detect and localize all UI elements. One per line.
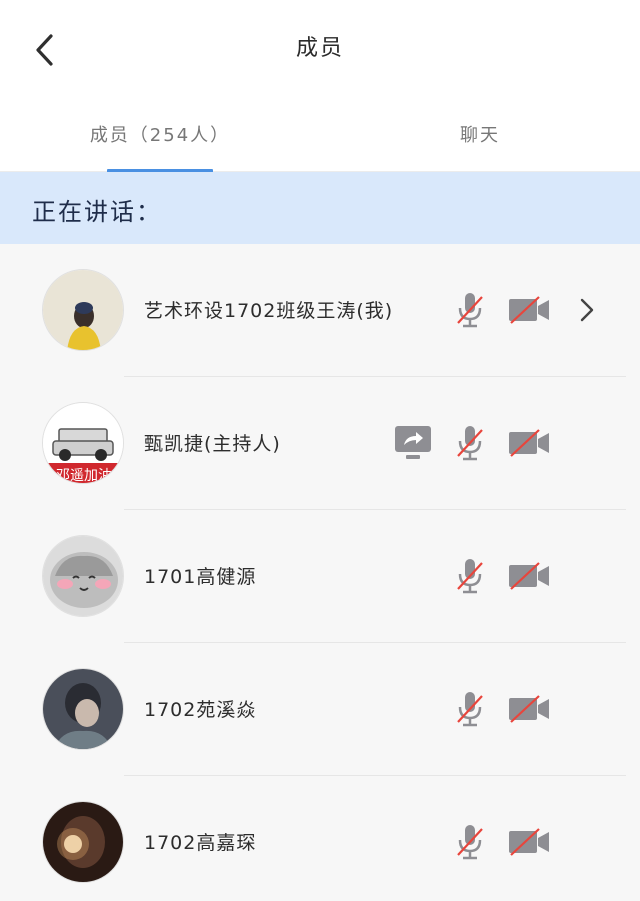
camera-off-button[interactable] [505, 821, 553, 863]
member-name: 1701高健源 [144, 566, 257, 588]
chevron-right-icon [580, 298, 594, 322]
mic-muted-icon [457, 426, 483, 461]
camera-off-button[interactable] [505, 688, 553, 730]
camera-off-icon [509, 828, 549, 856]
screen-share-icon [395, 426, 431, 459]
camera-off-icon [509, 429, 549, 457]
mic-muted-icon [457, 559, 483, 594]
mic-muted-button[interactable] [452, 688, 488, 730]
mic-muted-icon [457, 825, 483, 860]
tab-members[interactable]: 成员（254人） [0, 96, 320, 172]
member-name: 1702苑溪焱 [144, 699, 257, 721]
member-detail-button[interactable] [572, 289, 602, 331]
camera-off-button[interactable] [505, 422, 553, 464]
avatar-banner-text: 邓遥加油 [56, 468, 112, 484]
camera-off-icon [509, 562, 549, 590]
mic-muted-button[interactable] [452, 555, 488, 597]
avatar [42, 668, 124, 750]
top-bar: 成员 [0, 0, 640, 96]
avatar [42, 801, 124, 883]
camera-off-icon [509, 695, 549, 723]
avatar: 邓遥加油 [42, 402, 124, 484]
avatar [42, 535, 124, 617]
screen-share-indicator [392, 422, 434, 464]
mic-muted-button[interactable] [452, 422, 488, 464]
mic-muted-button[interactable] [452, 289, 488, 331]
mic-muted-icon [457, 293, 483, 328]
member-row[interactable]: 1702苑溪焱 [0, 643, 640, 776]
member-name: 甄凯捷(主持人) [144, 433, 281, 455]
avatar [42, 269, 124, 351]
camera-off-icon [509, 296, 549, 324]
tab-chat[interactable]: 聊天 [320, 96, 640, 172]
member-name: 1702高嘉琛 [144, 832, 257, 854]
member-row[interactable]: 1702高嘉琛 [0, 776, 640, 901]
mic-muted-button[interactable] [452, 821, 488, 863]
member-row[interactable]: 艺术环设1702班级王涛(我) [0, 244, 640, 377]
member-row[interactable]: 1701高健源 [0, 510, 640, 643]
camera-off-button[interactable] [505, 555, 553, 597]
speaking-banner: 正在讲话： [0, 172, 640, 244]
member-row[interactable]: 邓遥加油 甄凯捷(主持人) [0, 377, 640, 510]
member-name: 艺术环设1702班级王涛(我) [144, 300, 394, 322]
page-title: 成员 [295, 36, 344, 61]
member-list: 艺术环设1702班级王涛(我) 邓遥加油 甄凯捷(主持人) 1701高健源 17… [0, 244, 640, 901]
camera-off-button[interactable] [505, 289, 553, 331]
mic-muted-icon [457, 692, 483, 727]
tab-bar: 成员（254人） 聊天 [0, 96, 640, 173]
speaking-label: 正在讲话： [32, 198, 162, 226]
